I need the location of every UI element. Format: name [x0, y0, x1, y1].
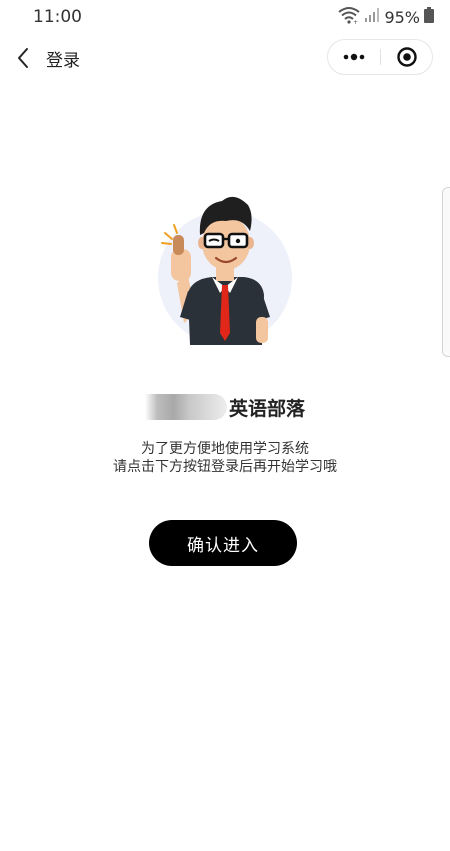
- battery-text: 95%: [384, 7, 420, 27]
- back-button[interactable]: [12, 46, 36, 70]
- app-name-row: 英语部落: [0, 392, 450, 422]
- nav-bar: 登录: [0, 34, 450, 82]
- battery-icon: [424, 7, 434, 27]
- status-bar: 11:00 + 95%: [0, 0, 450, 34]
- description-line-1: 为了更方便地使用学习系统: [141, 441, 309, 457]
- chevron-left-icon: [18, 48, 28, 68]
- blurred-name-prefix: [144, 394, 227, 420]
- menu-capsule: [327, 39, 433, 75]
- svg-text:+: +: [353, 19, 358, 24]
- wifi-icon: +: [338, 6, 361, 28]
- status-indicators: + 95%: [338, 6, 434, 28]
- confirm-enter-button[interactable]: 确认进入: [149, 520, 297, 566]
- status-time: 11:00: [33, 7, 82, 27]
- more-button[interactable]: [328, 40, 380, 74]
- mascot-illustration: [150, 183, 300, 353]
- target-circle-icon: [397, 47, 417, 67]
- more-dots-icon: [343, 53, 365, 61]
- app-name: 英语部落: [228, 397, 305, 420]
- description-line-2: 请点击下方按钮登录后再开始学习哦: [113, 459, 337, 475]
- close-miniprogram-button[interactable]: [381, 40, 433, 74]
- page-title: 登录: [46, 51, 80, 71]
- scroll-handle[interactable]: [442, 187, 450, 357]
- signal-icon: [364, 7, 380, 27]
